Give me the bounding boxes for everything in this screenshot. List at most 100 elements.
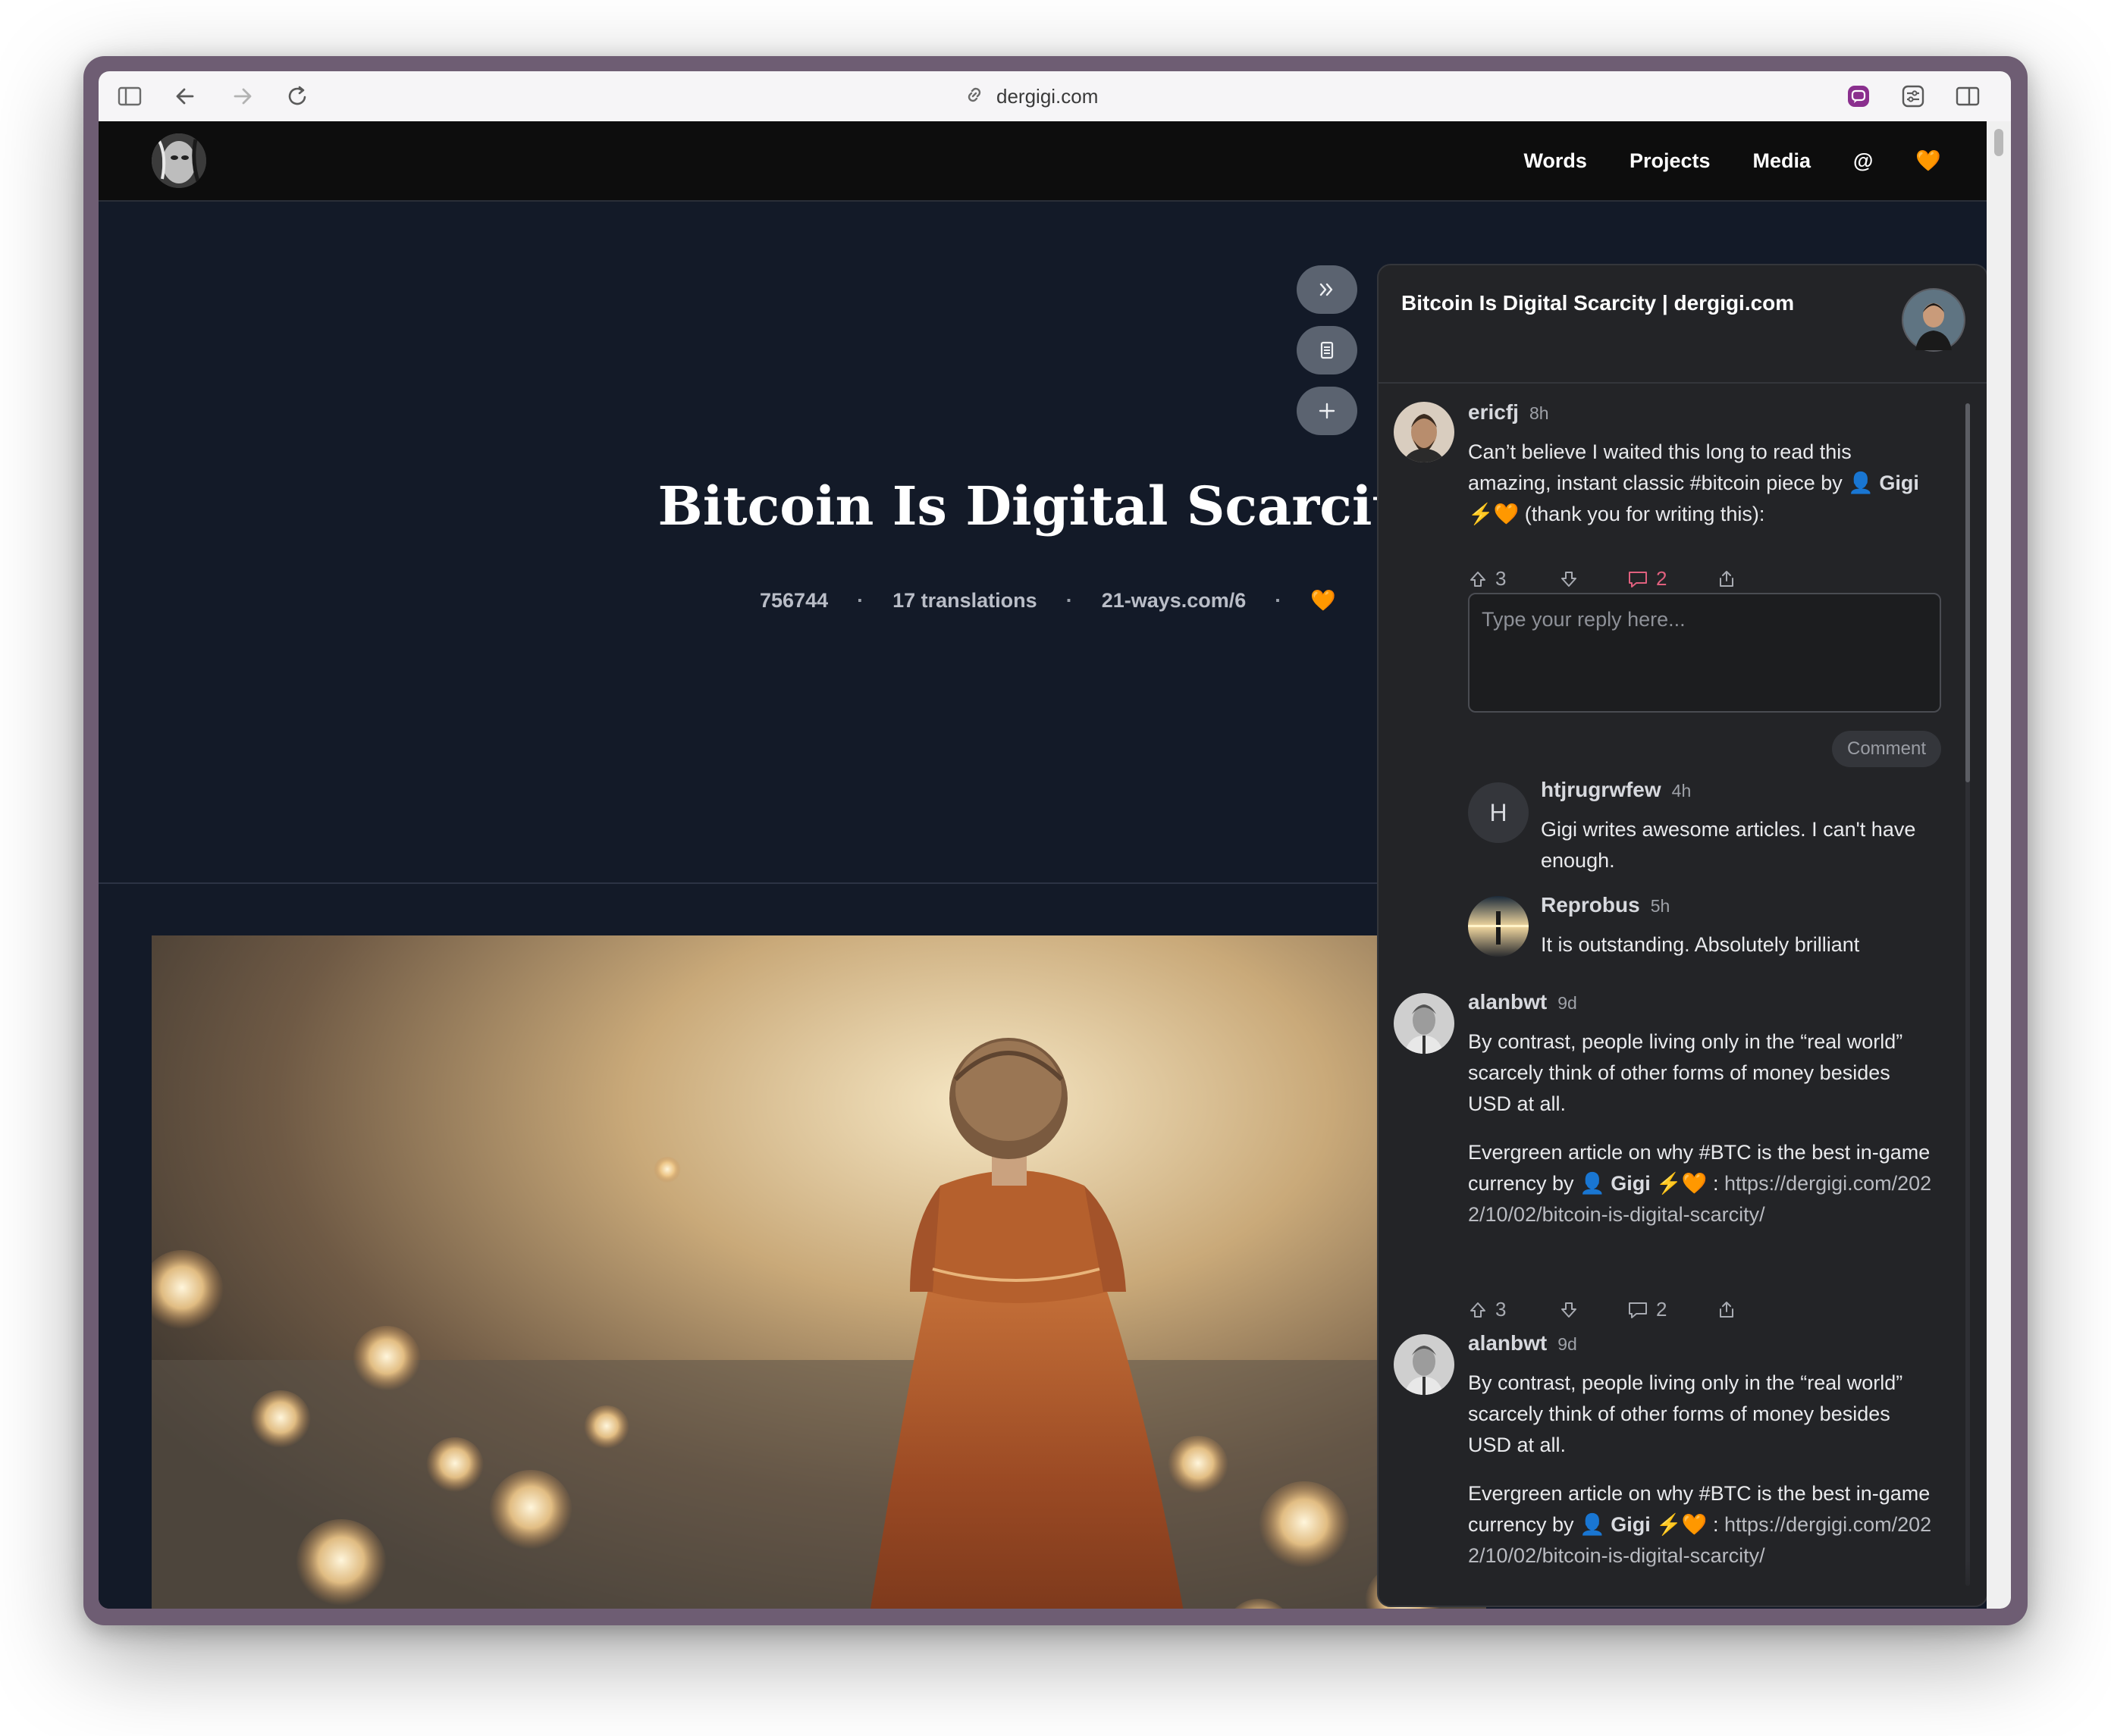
mention-name[interactable]: Gigi	[1611, 1172, 1651, 1195]
upvote-button[interactable]: 3	[1468, 1298, 1559, 1321]
browser-window: dergigi.com Words Projects Media @ 🧡 Bit…	[83, 56, 2028, 1625]
split-view-icon[interactable]	[1953, 82, 1982, 111]
page-scrollbar[interactable]	[1987, 121, 2011, 1609]
comment-text: :	[1713, 1513, 1719, 1536]
nav-words-link[interactable]: Words	[1523, 149, 1587, 173]
panel-header: Bitcoin Is Digital Scarcity | dergigi.co…	[1379, 265, 1987, 384]
collapse-panel-button[interactable]	[1297, 265, 1357, 314]
meta-separator: ·	[1275, 588, 1282, 612]
comment-time: 9d	[1557, 993, 1577, 1013]
upvote-arrow-icon	[1470, 1302, 1485, 1318]
user-icon: 👤	[1579, 1172, 1605, 1195]
share-button[interactable]	[1717, 1300, 1736, 1320]
avatar[interactable]: H	[1468, 782, 1529, 843]
mention[interactable]: 👤 Gigi ⚡🧡	[1579, 1513, 1707, 1536]
web-page: Words Projects Media @ 🧡 Bitcoin Is Digi…	[99, 121, 1987, 1609]
nav-heart-link[interactable]: 🧡	[1915, 149, 1941, 173]
translations-link[interactable]: 17 translations	[892, 589, 1037, 613]
comment-body: By contrast, people living only in the “…	[1468, 1368, 1938, 1571]
nav-media-link[interactable]: Media	[1753, 149, 1811, 173]
reload-icon[interactable]	[284, 82, 312, 111]
panel-title: Bitcoin Is Digital Scarcity | dergigi.co…	[1401, 291, 1795, 315]
short-link[interactable]: 21-ways.com/6	[1102, 589, 1247, 613]
block-height[interactable]: 756744	[760, 589, 828, 613]
comment-paragraph: By contrast, people living only in the “…	[1468, 1371, 1903, 1456]
chevrons-right-icon	[1319, 283, 1333, 296]
downvote-arrow-icon	[1561, 571, 1576, 587]
user-icon: 👤	[1579, 1513, 1605, 1536]
upvote-count: 3	[1495, 1298, 1507, 1321]
comment-author-name[interactable]: alanbwt	[1468, 990, 1547, 1014]
add-button[interactable]	[1297, 387, 1357, 435]
mention-name[interactable]: Gigi	[1879, 472, 1919, 494]
comment-author[interactable]: Reprobus 5h	[1541, 893, 1670, 917]
url-text: dergigi.com	[996, 84, 1099, 108]
reply-button[interactable]: 2	[1627, 1298, 1717, 1321]
comment-author-name[interactable]: Reprobus	[1541, 893, 1640, 917]
back-arrow-icon[interactable]	[171, 82, 200, 111]
reply-placeholder: Type your reply here...	[1482, 608, 1686, 631]
comment-author[interactable]: htjrugrwfew 4h	[1541, 778, 1691, 802]
heart-icon[interactable]: 🧡	[1310, 588, 1336, 613]
reply-button[interactable]: 2	[1627, 567, 1717, 591]
address-bar[interactable]: dergigi.com	[963, 82, 1098, 111]
extension-chat-icon[interactable]	[1844, 82, 1873, 111]
comment-author-name[interactable]: alanbwt	[1468, 1331, 1547, 1355]
mention[interactable]: 👤 Gigi ⚡🧡	[1579, 1172, 1707, 1195]
comment-body: Gigi writes awesome articles. I can't ha…	[1541, 814, 1935, 876]
comment-author[interactable]: alanbwt 9d	[1468, 990, 1577, 1014]
share-button[interactable]	[1717, 569, 1736, 589]
comment-submit-button[interactable]: Comment	[1832, 731, 1941, 767]
upvote-arrow-icon	[1470, 571, 1485, 587]
comment-text: :	[1713, 1172, 1719, 1195]
extension-settings-icon[interactable]	[1899, 82, 1928, 111]
mention-suffix: ⚡🧡	[1656, 1172, 1708, 1195]
panel-scrollbar-thumb[interactable]	[1965, 403, 1970, 782]
comment-time: 9d	[1557, 1334, 1577, 1354]
meta-separator: ·	[1065, 588, 1073, 612]
current-user-avatar[interactable]	[1902, 288, 1965, 352]
meta-separator: ·	[857, 588, 864, 612]
browser-window-inner: dergigi.com Words Projects Media @ 🧡 Bit…	[99, 71, 2011, 1609]
upvote-count: 3	[1495, 567, 1507, 590]
article-meta: 756744 · 17 translations · 21-ways.com/6…	[760, 584, 1336, 617]
comment-actions: 3 2	[1468, 1298, 1736, 1321]
comment-author-name[interactable]: htjrugrwfew	[1541, 778, 1661, 801]
comment-paragraph: By contrast, people living only in the “…	[1468, 1030, 1903, 1115]
article-title-text: Bitcoin Is Digital Scarcity	[657, 475, 1428, 537]
avatar[interactable]	[1394, 1334, 1454, 1395]
avatar[interactable]	[1468, 896, 1529, 957]
article-hero-image	[152, 935, 1486, 1609]
comment-time: 8h	[1529, 403, 1549, 423]
speech-bubble-icon	[1629, 1302, 1647, 1318]
comment-time: 4h	[1671, 781, 1692, 801]
comment-actions: 3 2	[1468, 567, 1736, 591]
comment-author[interactable]: alanbwt 9d	[1468, 1331, 1577, 1355]
reader-button[interactable]	[1297, 326, 1357, 374]
comment-body: By contrast, people living only in the “…	[1468, 1026, 1938, 1230]
document-icon	[1320, 341, 1334, 359]
upvote-button[interactable]: 3	[1468, 567, 1559, 591]
panel-bottom-fade	[1379, 1560, 1987, 1606]
mention-suffix: ⚡🧡	[1656, 1513, 1708, 1536]
downvote-button[interactable]	[1559, 569, 1627, 589]
forward-arrow-icon[interactable]	[227, 82, 256, 111]
comment-time: 5h	[1650, 896, 1670, 916]
comment-text: It is outstanding. Absolutely brilliant	[1541, 933, 1860, 956]
reply-count: 2	[1656, 1298, 1667, 1321]
page-scrollbar-thumb[interactable]	[1994, 129, 2003, 156]
panel-scrollbar[interactable]	[1965, 403, 1970, 1586]
comment-author[interactable]: ericfj 8h	[1468, 400, 1549, 425]
nav-contact-link[interactable]: @	[1853, 149, 1873, 173]
comment-author-name[interactable]: ericfj	[1468, 400, 1519, 424]
avatar[interactable]	[1394, 993, 1454, 1054]
comments-panel: Bitcoin Is Digital Scarcity | dergigi.co…	[1377, 264, 1987, 1607]
mention-name[interactable]: Gigi	[1611, 1513, 1651, 1536]
avatar[interactable]	[1394, 402, 1454, 462]
nav-projects-link[interactable]: Projects	[1630, 149, 1711, 173]
comment-text: (thank you for writing this):	[1524, 503, 1765, 525]
downvote-button[interactable]	[1559, 1300, 1627, 1320]
reply-input[interactable]: Type your reply here...	[1468, 593, 1941, 713]
sidebar-toggle-icon[interactable]	[115, 82, 144, 111]
site-logo-avatar[interactable]	[152, 133, 206, 188]
